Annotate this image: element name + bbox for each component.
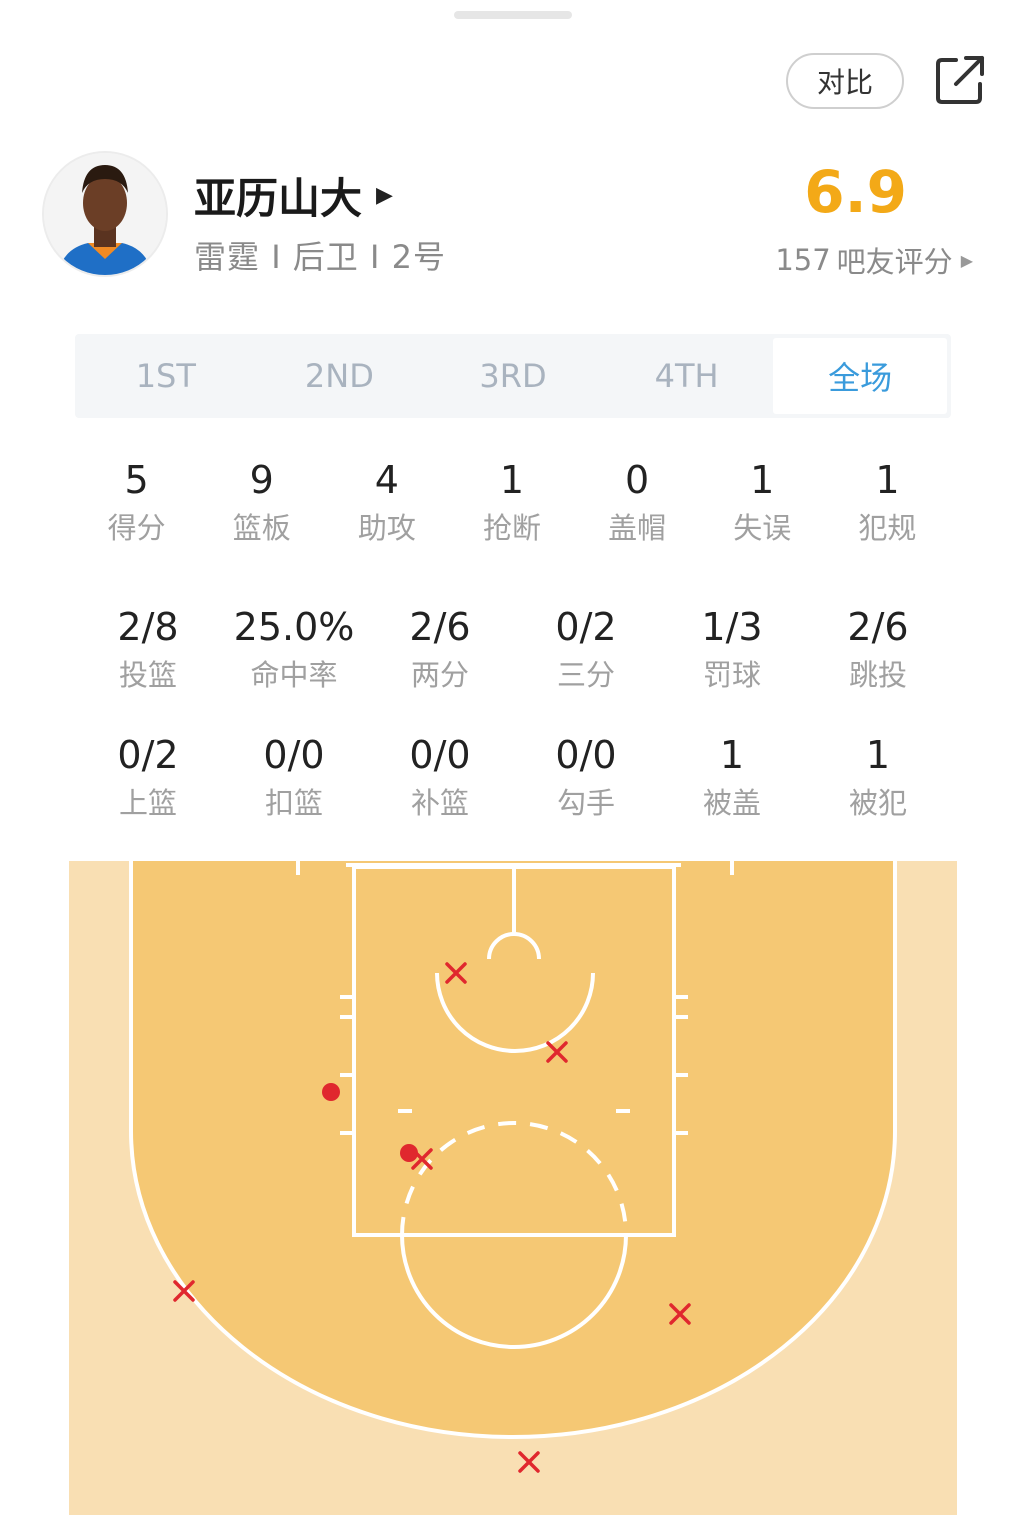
tab-4th[interactable]: 4TH — [600, 338, 774, 414]
stat-value: 2/8 — [117, 605, 179, 649]
stat-free-throws: 1/3 罚球 — [659, 605, 805, 695]
stat-value: 0/0 — [409, 733, 471, 777]
stat-assists: 4 助攻 — [324, 458, 449, 548]
tab-3rd[interactable]: 3RD — [426, 338, 600, 414]
stat-hook-shots: 0/0 勾手 — [513, 733, 659, 823]
rating-label: 吧友评分 — [836, 245, 953, 279]
stat-value: 0/2 — [555, 605, 617, 649]
stat-value: 25.0% — [233, 605, 355, 649]
stat-value: 1 — [875, 458, 900, 502]
stat-label: 被盖 — [702, 786, 761, 820]
stat-value: 5 — [124, 458, 149, 502]
stat-steals: 1 抢断 — [449, 458, 574, 548]
stat-label: 补篮 — [410, 786, 469, 820]
stat-rebounds: 9 篮板 — [199, 458, 324, 548]
stat-label: 投篮 — [118, 658, 177, 692]
stat-three-pointers: 0/2 三分 — [513, 605, 659, 695]
stat-turnovers: 1 失误 — [700, 458, 825, 548]
stat-label: 篮板 — [232, 511, 291, 545]
stat-value: 0/0 — [555, 733, 617, 777]
drag-handle[interactable] — [454, 11, 572, 19]
stat-value: 0/2 — [117, 733, 179, 777]
shot-chart-court — [69, 861, 957, 1515]
stat-value: 0 — [625, 458, 650, 502]
caret-right-icon: ▶ — [376, 183, 393, 208]
player-team: 雷霆 — [194, 238, 261, 276]
made-shot-marker — [322, 1083, 340, 1101]
stat-dunks: 0/0 扣篮 — [221, 733, 367, 823]
stat-label: 扣篮 — [264, 786, 323, 820]
player-name: 亚历山大 — [194, 174, 363, 223]
stat-value: 2/6 — [847, 605, 909, 649]
player-number: 2号 — [391, 238, 446, 276]
stat-fouls: 1 犯规 — [825, 458, 950, 548]
stat-value: 4 — [374, 458, 399, 502]
player-photo — [44, 153, 166, 275]
stat-label: 助攻 — [357, 511, 416, 545]
stat-label: 犯规 — [858, 511, 917, 545]
basic-stats: 5 得分 9 篮板 4 助攻 1 抢断 0 盖帽 1 失误 1 犯规 — [74, 458, 950, 548]
stat-label: 上篮 — [118, 786, 177, 820]
share-icon[interactable] — [934, 54, 986, 106]
stat-tip-ins: 0/0 补篮 — [367, 733, 513, 823]
stat-two-pointers: 2/6 两分 — [367, 605, 513, 695]
separator: I — [369, 238, 392, 276]
rating-count: 157 — [775, 243, 831, 277]
stat-fouled: 1 被犯 — [805, 733, 951, 823]
period-tabs: 1ST 2ND 3RD 4TH 全场 — [75, 334, 951, 418]
stat-field-goals: 2/8 投篮 — [75, 605, 221, 695]
stat-label: 失误 — [733, 511, 792, 545]
stat-jump-shots: 2/6 跳投 — [805, 605, 951, 695]
player-name-link[interactable]: 亚历山大 ▶ — [194, 165, 393, 226]
stat-label: 三分 — [556, 658, 615, 692]
separator: I — [271, 238, 293, 276]
stat-label: 盖帽 — [608, 511, 667, 545]
player-avatar[interactable] — [42, 151, 168, 277]
stat-value: 0/0 — [263, 733, 325, 777]
stat-value: 2/6 — [409, 605, 471, 649]
stat-points: 5 得分 — [74, 458, 199, 548]
stat-blocks: 0 盖帽 — [575, 458, 700, 548]
stat-label: 两分 — [410, 658, 469, 692]
stat-blocked: 1 被盖 — [659, 733, 805, 823]
player-position: 后卫 — [292, 238, 359, 276]
stat-value: 1/3 — [701, 605, 763, 649]
stat-value: 1 — [750, 458, 775, 502]
stat-fg-percentage: 25.0% 命中率 — [221, 605, 367, 695]
player-rating: 6.9 — [804, 158, 907, 226]
shooting-stats: 2/8 投篮 25.0% 命中率 2/6 两分 0/2 三分 1/3 罚球 2/6 跳投 — [75, 605, 951, 695]
caret-right-icon: ▶ — [960, 250, 973, 270]
stat-label: 抢断 — [482, 511, 541, 545]
tab-2nd[interactable]: 2ND — [253, 338, 427, 414]
stat-value: 1 — [865, 733, 891, 777]
stat-label: 得分 — [107, 511, 166, 545]
stat-value: 1 — [499, 458, 525, 502]
stat-label: 被犯 — [848, 786, 907, 820]
stat-value: 9 — [249, 458, 274, 502]
rating-count-link[interactable]: 157 吧友评分 ▶ — [775, 239, 973, 281]
compare-button[interactable]: 对比 — [786, 53, 904, 109]
tab-1st[interactable]: 1ST — [79, 338, 253, 414]
stat-label: 罚球 — [702, 658, 761, 692]
stat-layups: 0/2 上篮 — [75, 733, 221, 823]
stat-label: 命中率 — [250, 658, 338, 692]
player-meta: 雷霆 I 后卫 I 2号 — [194, 232, 446, 278]
tab-full-game[interactable]: 全场 — [773, 338, 947, 414]
stat-value: 1 — [719, 733, 745, 777]
stat-label: 勾手 — [556, 786, 615, 820]
detail-stats: 0/2 上篮 0/0 扣篮 0/0 补篮 0/0 勾手 1 被盖 1 被犯 — [75, 733, 951, 823]
stat-label: 跳投 — [848, 658, 907, 692]
